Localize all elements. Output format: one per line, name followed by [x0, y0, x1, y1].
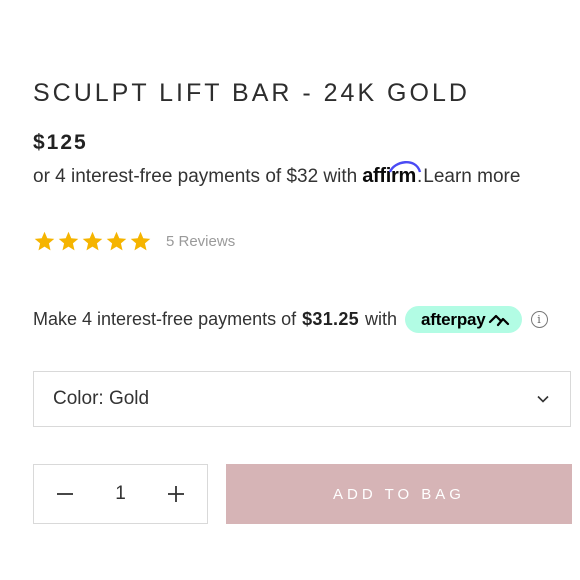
afterpay-badge[interactable]: afterpay — [405, 306, 522, 333]
quantity-value[interactable]: 1 — [115, 483, 126, 505]
afterpay-with: with — [364, 309, 397, 329]
decrement-button[interactable] — [55, 484, 75, 504]
affirm-logo: affirm — [362, 161, 422, 188]
minus-icon — [57, 493, 73, 495]
quantity-stepper: 1 — [33, 464, 208, 524]
plus-icon — [167, 486, 184, 502]
afterpay-message: Make 4 interest-free payments of $31.25 … — [33, 306, 548, 333]
star-icon — [34, 231, 55, 251]
product-title: SCULPT LIFT BAR - 24K GOLD — [33, 79, 470, 107]
info-icon[interactable]: i — [530, 311, 548, 328]
afterpay-prefix: Make 4 interest-free payments of — [33, 309, 297, 329]
reviews-link[interactable]: 5 Reviews — [166, 233, 235, 250]
affirm-prefix: or 4 interest-free payments of $32 with — [33, 166, 358, 187]
afterpay-logo-text: afterpay — [421, 309, 486, 329]
color-select[interactable]: Color: Gold — [33, 371, 571, 427]
rating: 5 Reviews — [33, 230, 235, 253]
star-icon — [82, 231, 103, 251]
affirm-arc-icon — [389, 161, 422, 173]
color-select-label: Color: Gold — [53, 388, 150, 409]
affirm-message: or 4 interest-free payments of $32 with … — [33, 161, 520, 188]
product-price: $125 — [33, 131, 88, 154]
learn-more-link[interactable]: Learn more — [423, 166, 520, 188]
star-icon — [130, 231, 151, 251]
increment-button[interactable] — [166, 484, 186, 504]
afterpay-arrows-icon — [488, 314, 509, 326]
chevron-down-icon — [537, 395, 549, 403]
add-to-bag-button[interactable]: ADD TO BAG — [226, 464, 572, 524]
afterpay-amount: $31.25 — [302, 309, 359, 329]
star-icon — [58, 231, 79, 251]
star-rating — [33, 230, 152, 253]
star-icon — [106, 231, 127, 251]
